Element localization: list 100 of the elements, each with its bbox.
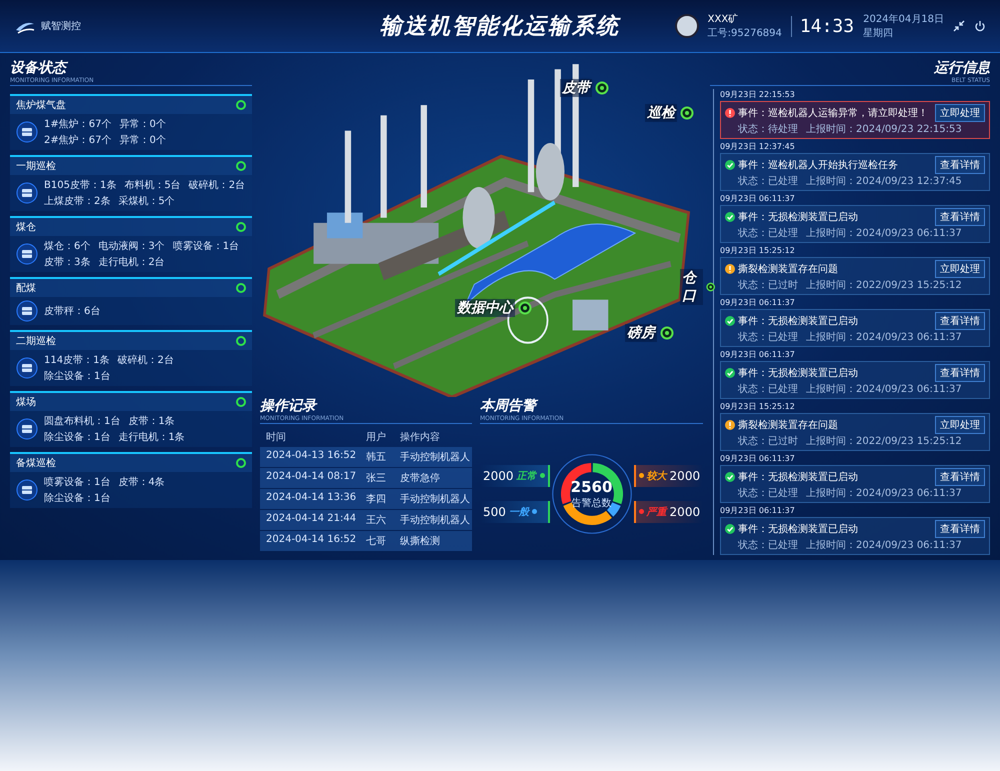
card-title: 二期巡检 (16, 334, 56, 348)
event-text: 撕裂检测装置存在问题 (738, 262, 839, 276)
alarm-level: 严重 (646, 506, 667, 518)
event-time: 09月23日 06:11:37 (720, 193, 796, 204)
location-pin-icon[interactable] (680, 106, 694, 120)
card-title: 煤场 (16, 396, 36, 409)
event-status: 状态：已过时 (738, 278, 798, 292)
event-action-button[interactable]: 查看详情 (935, 156, 985, 174)
table-cell-text: 手动控制机器人 (400, 450, 470, 464)
device-count: 上煤皮带：2条 (44, 194, 110, 208)
card-title: 配煤 (16, 282, 36, 295)
table-cell-text: 2024-04-14 21:44 (266, 513, 358, 526)
location-pin-icon[interactable] (706, 280, 715, 294)
card-title: 一期巡检 (16, 160, 56, 173)
event-action-button[interactable]: 查看详情 (935, 468, 985, 486)
report-time: 上报时间：2022/09/23 15:25:12 (806, 278, 962, 292)
event-status: 状态：已处理 (738, 174, 798, 188)
event-action-button[interactable]: 立即处理 (935, 104, 985, 122)
table-cell-text: 2024-04-14 13:36 (266, 492, 358, 505)
report-time: 上报时间：2022/09/23 15:25:12 (806, 434, 962, 448)
event-status: 状态：已处理 (738, 382, 798, 396)
section-title: 设备状态 (10, 59, 69, 77)
event-time: 09月23日 06:11:37 (720, 349, 796, 360)
report-time: 上报时间：2024/09/23 12:37:45 (806, 174, 962, 188)
event-time: 09月23日 15:25:12 (720, 401, 796, 412)
report-time: 上报时间：2024/09/23 22:15:53 (806, 122, 962, 136)
alarm-count: 500 (483, 504, 506, 518)
table-cell-text: 王六 (366, 514, 387, 527)
device-count: 喷雾设备：1台 (172, 240, 240, 253)
event-time: 09月23日 22:15:53 (720, 89, 796, 100)
event-action-button[interactable]: 查看详情 (935, 364, 985, 382)
event-action-button[interactable]: 查看详情 (935, 520, 985, 538)
device-count: 煤仓：6个 (44, 240, 90, 253)
event-text: 事件：无损检测装置已启动 (738, 210, 859, 224)
event-time: 09月23日 06:11:37 (720, 297, 796, 308)
location-pin-icon[interactable] (595, 81, 609, 95)
device-count: 破碎机：2台 (117, 354, 174, 367)
clock-weekday: 星期四 (863, 26, 894, 40)
event-action-button[interactable]: 查看详情 (935, 208, 985, 226)
table-cell-text: 2024-04-13 16:52 (266, 450, 358, 463)
event-status: 状态：已处理 (738, 486, 798, 500)
event-status: 状态：已处理 (738, 330, 798, 344)
event-action-button[interactable]: 查看详情 (935, 312, 985, 330)
system-title: 输送机智能化运输系统 (379, 13, 622, 41)
device-count: 电动液阀：3个 (98, 240, 165, 253)
report-time: 上报时间：2024/09/23 06:11:37 (806, 538, 962, 552)
table-cell-text: 2024-04-14 08:17 (266, 471, 358, 484)
location-pin-icon[interactable] (518, 301, 532, 315)
table-cell-text: 手动控制机器人 (400, 492, 470, 506)
device-count: 喷雾设备：1台 (44, 476, 110, 489)
event-text: 事件：无损检测装置已启动 (738, 522, 859, 536)
event-text: 撕裂检测装置存在问题 (738, 418, 839, 432)
table-cell-text: 韩五 (366, 450, 387, 464)
column-header: 操作内容 (400, 430, 441, 444)
event-time: 09月23日 06:11:37 (720, 453, 796, 464)
card-title: 备煤巡检 (16, 456, 56, 470)
alarm-level: 一般 (508, 506, 529, 518)
device-count: 皮带：4条 (118, 476, 165, 489)
alarm-total: 2560 (570, 478, 612, 496)
table-cell-text: 手动控制机器人 (400, 514, 470, 527)
device-count: 除尘设备：1台 (44, 370, 110, 383)
event-status: 状态：待处理 (738, 122, 798, 136)
section-title: 本周告警 (480, 397, 704, 415)
map-label: 仓口 (680, 269, 703, 305)
event-status: 状态：已处理 (738, 538, 798, 552)
table-cell-text: 纵撕检测 (400, 534, 441, 548)
device-count: 114皮带：1条 (44, 354, 110, 367)
device-count: 1#焦炉：67个 (44, 118, 112, 131)
location-pin-icon[interactable] (660, 326, 674, 340)
device-count: B105皮带：1条 (44, 178, 116, 192)
map-label: 数据中心 (455, 299, 515, 317)
event-text: 事件：无损检测装置已启动 (738, 366, 859, 380)
event-text: 事件：巡检机器人运输异常，请立即处理！ (738, 106, 929, 120)
event-text: 事件：巡检机器人开始执行巡检任务 (738, 158, 899, 172)
device-count: 除尘设备：1台 (44, 430, 110, 444)
column-header: 时间 (266, 430, 287, 444)
device-count: 布料机：5台 (124, 178, 181, 192)
event-status: 状态：已过时 (738, 434, 798, 448)
collapse-icon[interactable] (953, 20, 965, 32)
event-action-button[interactable]: 立即处理 (935, 416, 985, 434)
device-icon (16, 357, 38, 379)
event-time: 09月23日 06:11:37 (720, 505, 796, 516)
map-label: 磅房 (625, 324, 657, 342)
user-id: 工号:95276894 (708, 27, 782, 40)
power-icon[interactable] (974, 20, 986, 32)
event-action-button[interactable]: 立即处理 (935, 260, 985, 278)
report-time: 上报时间：2024/09/23 06:11:37 (806, 330, 962, 344)
section-title: 运行信息 (934, 59, 990, 77)
report-time: 上报时间：2024/09/23 06:11:37 (806, 486, 962, 500)
event-text: 事件：无损检测装置已启动 (738, 314, 859, 328)
table-cell-text: 张三 (366, 472, 387, 485)
device-count: 异常：0个 (119, 118, 166, 131)
table-cell-text: 皮带急停 (400, 472, 441, 485)
event-status: 状态：已处理 (738, 226, 798, 240)
clock-date: 2024年04月18日 (863, 13, 944, 26)
avatar-icon (674, 14, 699, 38)
alarm-count: 2000 (670, 468, 700, 482)
device-icon (16, 243, 38, 265)
alarm-count: 2000 (670, 504, 700, 518)
map-label: 皮带 (560, 79, 592, 97)
